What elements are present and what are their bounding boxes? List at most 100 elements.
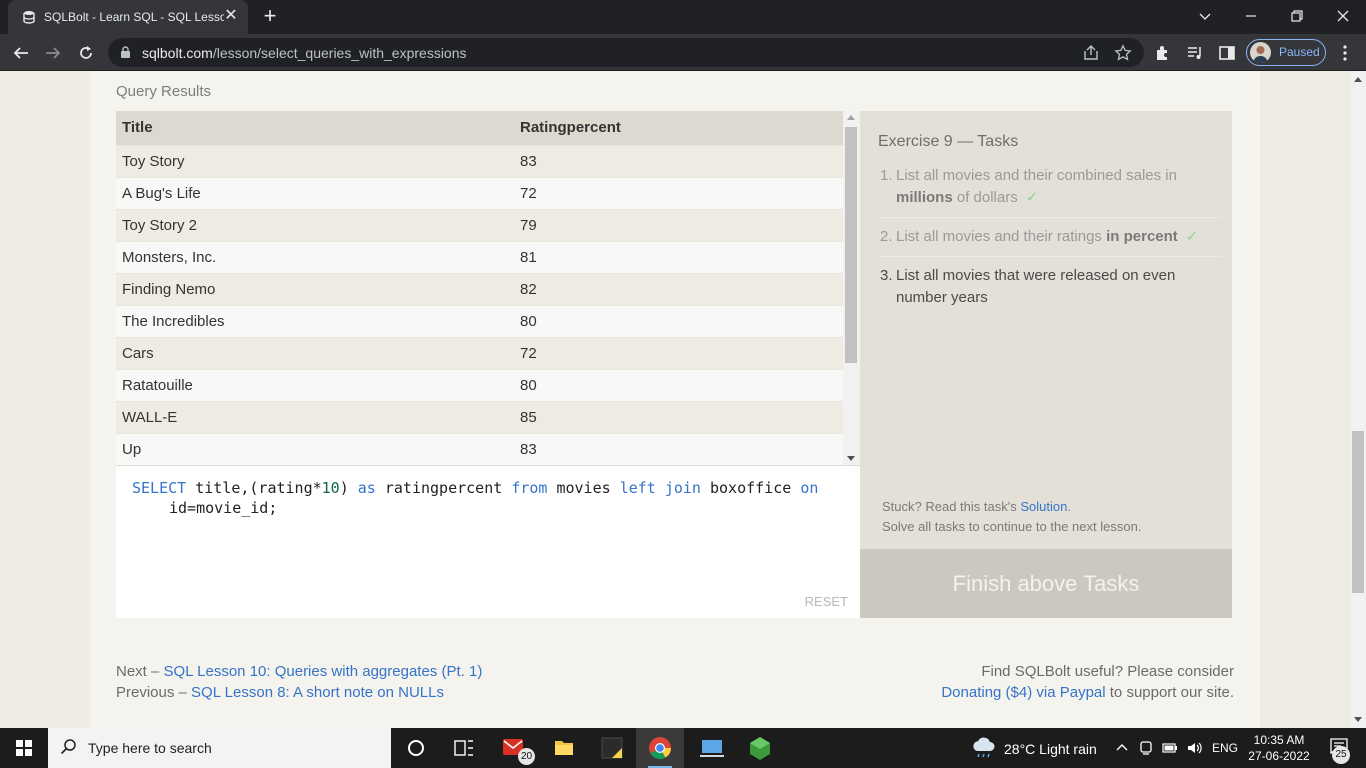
taskbar-file-explorer[interactable] [540,728,588,768]
system-clock[interactable]: 10:35 AM 27-06-2022 [1240,732,1318,764]
solution-link[interactable]: Solution [1020,499,1067,514]
taskbar-search-box[interactable]: Type here to search [48,728,391,768]
weather-widget[interactable]: 28°C Light rain [970,728,1110,768]
previous-lesson-link[interactable]: SQL Lesson 8: A short note on NULLs [191,684,444,701]
task-item-1: 1. List all movies and their combined sa… [878,165,1222,218]
meet-now-icon[interactable] [1138,740,1154,756]
cell-title: WALL-E [116,400,514,433]
scroll-up-arrow-icon[interactable] [1354,77,1362,82]
bookmark-star-icon[interactable] [1114,44,1132,62]
lock-icon[interactable] [120,46,131,59]
sql-query-text[interactable]: SELECT title,(rating*10) as ratingpercen… [132,478,842,518]
tab-close-icon[interactable]: ✕ [222,7,240,25]
browser-toolbar: sqlbolt.com/lesson/select_queries_with_e… [0,34,1366,71]
results-scrollbar[interactable] [843,111,859,465]
cortana-circle-icon [408,740,424,756]
minimize-button[interactable] [1228,0,1274,32]
forward-button[interactable] [40,40,66,66]
chevron-down-icon [1199,13,1211,20]
chevron-up-icon[interactable] [1114,740,1130,756]
start-button[interactable] [0,728,48,768]
windows-taskbar: Type here to search 20 28°C Light rain E… [0,728,1366,768]
cell-ratingpercent: 80 [514,368,843,401]
folder-icon [555,741,573,755]
address-bar[interactable]: sqlbolt.com/lesson/select_queries_with_e… [108,38,1144,67]
sql-query-editor[interactable]: SELECT title,(rating*10) as ratingpercen… [116,465,860,618]
url-text[interactable]: sqlbolt.com/lesson/select_queries_with_e… [142,45,467,61]
cell-title: Monsters, Inc. [116,240,514,273]
cortana-button[interactable] [392,728,440,768]
table-row: Toy Story 83 [116,144,843,177]
taskbar-remote-desktop[interactable] [688,728,736,768]
cell-title: Toy Story [116,144,514,177]
tab-search-button[interactable] [1182,0,1228,32]
column-header-title: Title [116,111,514,145]
cell-ratingpercent: 79 [514,208,843,241]
cell-ratingpercent: 83 [514,432,843,465]
volume-icon[interactable] [1186,740,1202,756]
cell-ratingpercent: 81 [514,240,843,273]
finish-tasks-button[interactable]: Finish above Tasks [860,549,1232,618]
side-panel-icon[interactable] [1218,44,1236,62]
page-viewport: Query Results Title Ratingpercent Toy St… [0,71,1350,728]
table-row: Cars 72 [116,336,843,369]
scroll-down-arrow-icon[interactable] [1354,717,1362,722]
lesson-footer: Next – SQL Lesson 10: Queries with aggre… [116,663,1234,701]
taskbar-nodejs[interactable] [736,728,784,768]
close-icon [1337,10,1349,22]
taskbar-sticky-notes[interactable] [588,728,636,768]
chrome-icon [649,737,671,759]
checkmark-icon: ✓ [1025,189,1039,206]
cell-ratingpercent: 72 [514,336,843,369]
exercise-tasks-panel: Exercise 9 — Tasks 1. List all movies an… [860,111,1232,549]
menu-kebab-icon[interactable] [1336,44,1354,62]
cell-title: Finding Nemo [116,272,514,305]
clock-time: 10:35 AM [1253,733,1305,747]
page-scrollbar-thumb[interactable] [1352,431,1364,593]
tab-title: SQLBolt - Learn SQL - SQL Lesson [44,10,224,24]
cell-ratingpercent: 80 [514,304,843,337]
donate-link[interactable]: Donating ($4) via Paypal [941,684,1105,701]
reset-button[interactable]: RESET [805,594,848,609]
new-tab-button[interactable]: + [258,5,282,29]
extensions-icon[interactable] [1154,44,1172,62]
scrollbar-thumb[interactable] [845,127,857,363]
language-indicator[interactable]: ENG [1212,741,1238,755]
table-row: Up 83 [116,432,843,465]
table-row: Toy Story 2 79 [116,208,843,241]
restore-icon [1291,10,1303,22]
browser-tab[interactable]: SQLBolt - Learn SQL - SQL Lesson ✕ [8,0,248,34]
next-lesson-link[interactable]: SQL Lesson 10: Queries with aggregates (… [164,663,483,680]
share-icon[interactable] [1082,44,1100,62]
notification-count-badge: 25 [1332,746,1350,764]
scroll-up-arrow-icon[interactable] [847,115,855,120]
battery-icon[interactable] [1162,740,1178,756]
media-queue-icon[interactable] [1186,44,1204,62]
search-placeholder: Type here to search [88,740,212,756]
cell-title: Up [116,432,514,465]
cell-ratingpercent: 83 [514,144,843,177]
cell-title: Cars [116,336,514,369]
reload-button[interactable] [73,40,99,66]
table-row: A Bug's Life 72 [116,176,843,209]
arrow-right-icon [46,47,61,59]
scroll-down-arrow-icon[interactable] [847,456,855,461]
page-scrollbar[interactable] [1350,71,1366,728]
taskbar-chrome[interactable] [636,728,684,768]
arrow-left-icon [13,47,28,59]
checkmark-icon: ✓ [1185,228,1199,245]
notification-center-button[interactable]: 25 [1324,728,1366,768]
profile-button[interactable]: Paused [1246,39,1326,66]
profile-status: Paused [1279,45,1320,59]
taskbar-mail-app[interactable]: 20 [490,728,538,768]
task-view-button[interactable] [440,728,488,768]
task-item-2: 2. List all movies and their ratings in … [878,226,1222,257]
mail-badge: 20 [518,748,535,765]
close-window-button[interactable] [1320,0,1366,32]
cell-title: A Bug's Life [116,176,514,209]
stuck-help-text: Stuck? Read this task's Solution. Solve … [882,499,1142,534]
back-button[interactable] [8,40,34,66]
cell-title: Ratatouille [116,368,514,401]
restore-button[interactable] [1274,0,1320,32]
table-row: Finding Nemo 82 [116,272,843,305]
